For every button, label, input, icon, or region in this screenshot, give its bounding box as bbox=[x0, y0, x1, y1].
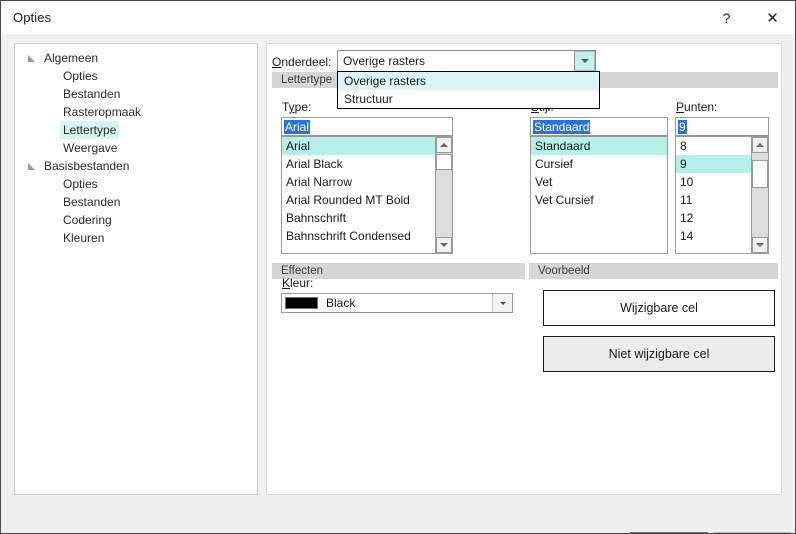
list-item[interactable]: Arial Narrow bbox=[282, 173, 452, 191]
list-item[interactable]: Vet bbox=[531, 173, 667, 191]
list-item[interactable]: Arial Black bbox=[282, 155, 452, 173]
tree-item-label: Weergave bbox=[63, 141, 118, 155]
dropdown-option[interactable]: Structuur bbox=[338, 90, 599, 108]
tree-item-rasteropmaak[interactable]: Rasteropmaak bbox=[15, 103, 257, 121]
tree-item-label: Kleuren bbox=[63, 231, 105, 245]
tree-item-label: Codering bbox=[63, 213, 112, 227]
tree-item-label: Lettertype bbox=[60, 121, 120, 139]
list-item[interactable]: Standaard bbox=[531, 137, 667, 155]
expander-icon[interactable] bbox=[27, 54, 36, 63]
tree-item-opties[interactable]: Opties bbox=[15, 175, 257, 193]
punten-listbox[interactable]: 8 9 10 11 12 14 bbox=[675, 136, 769, 254]
tree-item-algemeen[interactable]: Algemeen bbox=[15, 49, 257, 67]
tree-item-label: Bestanden bbox=[63, 87, 121, 101]
tree-item-label: Bestanden bbox=[63, 195, 121, 209]
list-item[interactable]: Bahnschrift bbox=[282, 209, 452, 227]
type-scrollbar[interactable] bbox=[435, 137, 452, 253]
expander-icon[interactable] bbox=[27, 162, 36, 171]
onderdeel-label: Onderdeel: bbox=[272, 55, 332, 69]
list-item[interactable]: Cursief bbox=[531, 155, 667, 173]
kleur-value: Black bbox=[326, 296, 356, 310]
preview-editable-cell: Wijzigbare cel bbox=[543, 290, 775, 326]
color-swatch bbox=[285, 297, 318, 309]
chevron-down-icon[interactable] bbox=[574, 51, 595, 71]
settings-detail-panel: Onderdeel: Overige rasters Overige raste… bbox=[266, 43, 782, 495]
scroll-thumb[interactable] bbox=[752, 160, 768, 188]
help-icon[interactable]: ? bbox=[704, 1, 749, 34]
tree-item-label: Rasteropmaak bbox=[63, 105, 142, 119]
tree-item-bestanden[interactable]: Bestanden bbox=[15, 85, 257, 103]
scroll-up-icon[interactable] bbox=[752, 137, 768, 153]
preview-readonly-cell: Niet wijzigbare cel bbox=[543, 336, 775, 372]
window-title: Opties bbox=[13, 10, 52, 25]
dialog-body: Algemeen Opties Bestanden Rasteropmaak Lette… bbox=[1, 34, 795, 533]
settings-tree[interactable]: Algemeen Opties Bestanden Rasteropmaak Lette… bbox=[14, 43, 258, 495]
tree-item-basisbestanden[interactable]: Basisbestanden bbox=[15, 157, 257, 175]
scroll-up-icon[interactable] bbox=[436, 137, 452, 153]
punten-input[interactable]: 9 bbox=[675, 117, 769, 136]
type-listbox[interactable]: Arial Arial Black Arial Narrow Arial Rounde… bbox=[281, 136, 453, 254]
punten-label: Punten: bbox=[676, 100, 718, 114]
stijl-input[interactable]: Standaard bbox=[530, 117, 668, 136]
onderdeel-value: Overige rasters bbox=[343, 54, 426, 68]
scroll-down-icon[interactable] bbox=[436, 237, 452, 253]
tree-item-kleuren[interactable]: Kleuren bbox=[15, 229, 257, 247]
dropdown-option[interactable]: Overige rasters bbox=[338, 72, 599, 90]
kleur-label: Kleur: bbox=[282, 276, 314, 290]
tree-item-label: Opties bbox=[63, 177, 98, 191]
chevron-down-icon[interactable] bbox=[492, 294, 512, 312]
scroll-down-icon[interactable] bbox=[752, 237, 768, 253]
group-header-voorbeeld: Voorbeeld bbox=[529, 263, 778, 279]
options-dialog: Opties ? ✕ Algemeen Opties Bestanden Raster… bbox=[0, 0, 796, 534]
onderdeel-dropdown-list[interactable]: Overige rasters Structuur bbox=[337, 71, 600, 109]
tree-item-opties[interactable]: Opties bbox=[15, 67, 257, 85]
tree-item-codering[interactable]: Codering bbox=[15, 211, 257, 229]
stijl-listbox[interactable]: Standaard Cursief Vet Vet Cursief bbox=[530, 136, 668, 254]
punten-input-value: 9 bbox=[678, 120, 687, 134]
tree-item-label: Basisbestanden bbox=[44, 159, 130, 173]
type-input[interactable]: Arial bbox=[281, 117, 453, 136]
tree-item-bestanden[interactable]: Bestanden bbox=[15, 193, 257, 211]
list-item[interactable]: Bahnschrift Condensed bbox=[282, 227, 452, 245]
list-item[interactable]: Arial Rounded MT Bold bbox=[282, 191, 452, 209]
tree-item-label: Opties bbox=[63, 69, 98, 83]
type-input-value: Arial bbox=[284, 120, 311, 134]
close-icon[interactable]: ✕ bbox=[750, 1, 795, 34]
tree-item-weergave[interactable]: Weergave bbox=[15, 139, 257, 157]
list-item[interactable]: Vet Cursief bbox=[531, 191, 667, 209]
tree-item-lettertype[interactable]: Lettertype bbox=[15, 121, 257, 139]
kleur-combobox[interactable]: Black bbox=[281, 293, 513, 313]
scroll-thumb[interactable] bbox=[436, 154, 452, 170]
stijl-input-value: Standaard bbox=[533, 120, 591, 134]
title-bar: Opties ? ✕ bbox=[1, 1, 795, 34]
tree-item-label: Algemeen bbox=[44, 51, 99, 65]
list-item[interactable]: Arial bbox=[282, 137, 452, 155]
onderdeel-combobox[interactable]: Overige rasters bbox=[337, 50, 596, 72]
punten-scrollbar[interactable] bbox=[751, 137, 768, 253]
type-label: Type: bbox=[282, 100, 312, 114]
